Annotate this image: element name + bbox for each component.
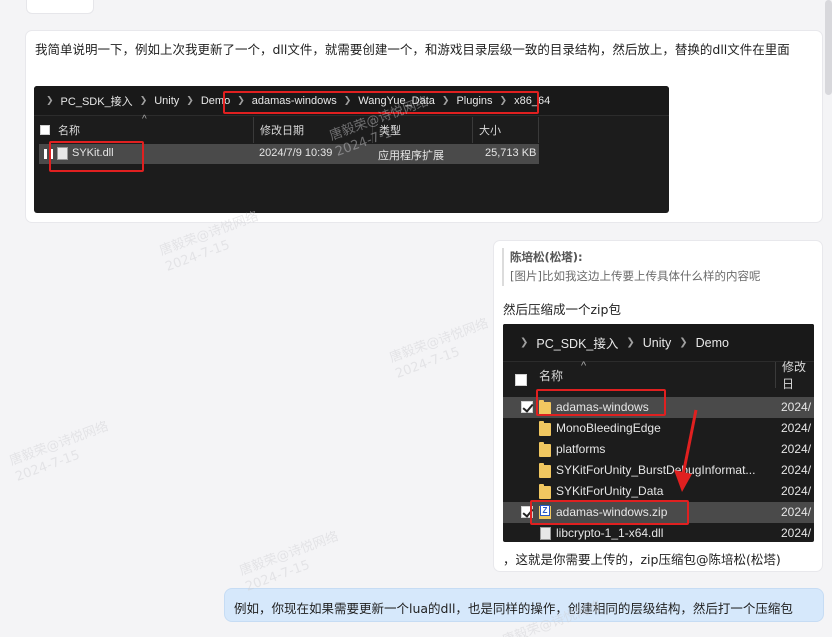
watermark: 唐毅荣@诗悦网络 2024-7-15 bbox=[7, 418, 116, 486]
chat-message-3-self: 例如，你现在如果需要更新一个lua的dll，也是同样的操作，创建相同的层级结构，… bbox=[224, 588, 824, 622]
sort-up-icon: ^ bbox=[581, 360, 587, 372]
file-name: MonoBleedingEdge bbox=[556, 421, 661, 435]
column-date: 修改日 bbox=[775, 360, 814, 391]
scrollbar-thumb[interactable] bbox=[825, 0, 832, 95]
file-row: SYKitForUnity_Data 2024/ bbox=[503, 481, 814, 502]
message-text: 例如，你现在如果需要更新一个lua的dll，也是同样的操作，创建相同的层级结构，… bbox=[234, 601, 793, 616]
previous-message-bubble bbox=[26, 0, 94, 14]
path-segment: PC_SDK_接入 bbox=[536, 337, 619, 351]
chevron-right-icon: ❯ bbox=[139, 95, 148, 105]
file-size: 25,713 KB bbox=[485, 147, 537, 159]
folder-icon bbox=[539, 484, 551, 499]
path-segment: Demo bbox=[695, 335, 729, 350]
annotation-box-dll bbox=[49, 141, 144, 172]
folder-icon bbox=[539, 421, 551, 436]
chevron-right-icon: ❯ bbox=[626, 337, 635, 348]
chevron-right-icon: ❯ bbox=[46, 95, 54, 105]
address-bar: ❯ PC_SDK_接入 ❯ Unity ❯ Demo bbox=[503, 324, 814, 362]
column-name: 名称 bbox=[539, 368, 564, 383]
file-row: libcrypto-1_1-x64.dll 2024/ bbox=[503, 523, 814, 542]
file-date: 2024/ bbox=[781, 463, 812, 477]
file-name: SYKitForUnity_Data bbox=[556, 484, 664, 498]
sort-up-icon: ^ bbox=[142, 114, 147, 125]
file-row: platforms 2024/ bbox=[503, 439, 814, 460]
watermark: 唐毅荣@诗悦网络 2024-7-15 bbox=[237, 528, 346, 596]
row-checkbox bbox=[521, 401, 533, 413]
file-name: SYKitForUnity_BurstDebugInformat... bbox=[556, 463, 756, 477]
file-name: platforms bbox=[556, 442, 606, 456]
annotation-box-folder bbox=[536, 389, 666, 416]
file-date: 2024/ bbox=[781, 400, 812, 414]
message-text: ，这就是你需要上传的，zip压缩包@陈培松(松塔) bbox=[503, 552, 781, 567]
chevron-right-icon: ❯ bbox=[679, 337, 688, 348]
file-date: 2024/7/9 10:39 bbox=[259, 147, 333, 159]
file-row: MonoBleedingEdge 2024/ bbox=[503, 418, 814, 439]
select-all-checkbox bbox=[515, 374, 527, 386]
quote-text: [图片]比如我这边上传要上传具体什么样的内容呢 bbox=[510, 269, 761, 283]
folder-icon bbox=[539, 442, 551, 457]
chevron-right-icon: ❯ bbox=[520, 337, 529, 348]
column-divider bbox=[538, 117, 545, 143]
dll-file-icon bbox=[540, 527, 551, 540]
file-date: 2024/ bbox=[781, 421, 812, 435]
message-text: 我简单说明一下，例如上次我更新了一个，dll文件，就需要创建一个，和游戏目录层级… bbox=[35, 42, 790, 57]
file-name: libcrypto-1_1-x64.dll bbox=[556, 526, 664, 540]
path-segment: Unity bbox=[154, 94, 180, 107]
chevron-right-icon: ❯ bbox=[186, 95, 194, 105]
message-text: 然后压缩成一个zip包 bbox=[503, 302, 621, 317]
annotation-arrow-icon bbox=[674, 409, 698, 492]
column-size: 大小 bbox=[472, 117, 501, 143]
column-name: 名称 bbox=[58, 125, 80, 137]
quote-author: 陈培松(松塔): bbox=[510, 250, 583, 264]
file-date: 2024/ bbox=[781, 505, 812, 519]
path-segment: PC_SDK_接入 bbox=[60, 95, 133, 108]
file-date: 2024/ bbox=[781, 442, 812, 456]
file-type: 应用程序扩展 bbox=[378, 150, 444, 162]
quoted-reply[interactable]: 陈培松(松塔): [图片]比如我这边上传要上传具体什么样的内容呢 bbox=[502, 248, 814, 286]
file-date: 2024/ bbox=[781, 526, 812, 540]
annotation-box-zip bbox=[530, 500, 689, 525]
column-date: 修改日期 bbox=[253, 117, 304, 143]
file-date: 2024/ bbox=[781, 484, 812, 498]
path-segment: Unity bbox=[642, 335, 672, 350]
select-all-checkbox bbox=[40, 125, 50, 135]
file-row: SYKitForUnity_BurstDebugInformat... 2024… bbox=[503, 460, 814, 481]
watermark: 唐毅荣@诗悦网络 2024-7-15 bbox=[387, 315, 496, 383]
folder-icon bbox=[539, 463, 551, 478]
